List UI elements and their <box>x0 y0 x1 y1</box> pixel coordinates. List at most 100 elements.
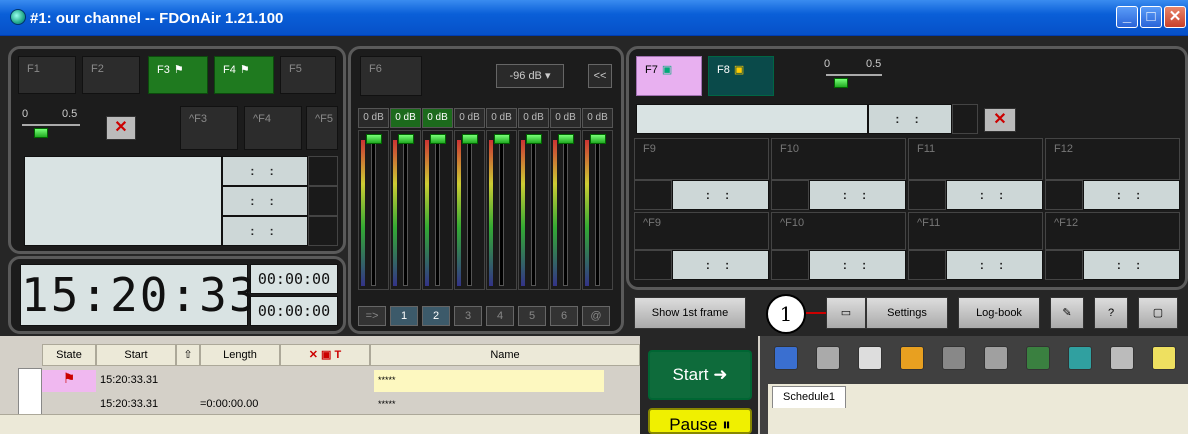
fader-knob-1[interactable] <box>366 134 382 144</box>
key-shift-f4[interactable]: ^F4 <box>244 106 302 150</box>
column-icons[interactable]: ✕ ▣ T <box>280 344 370 366</box>
playlist-footer <box>0 414 640 434</box>
help-icon[interactable]: ? <box>1094 297 1128 329</box>
collapse-button[interactable]: << <box>588 64 612 88</box>
key-f6[interactable]: F6 <box>360 56 422 96</box>
key-f2[interactable]: F2 <box>82 56 140 94</box>
sort-icon[interactable]: ⇧ <box>176 344 200 366</box>
schedule-tool-icon-1[interactable] <box>774 346 798 370</box>
db-label-6[interactable]: 0 dB <box>518 108 549 128</box>
key-f12[interactable]: F12 <box>1045 138 1180 180</box>
minimize-button[interactable]: _ <box>1116 6 1138 28</box>
key-f1[interactable]: F1 <box>18 56 76 94</box>
channel-button-5[interactable]: 4 <box>486 306 514 326</box>
fkey-tc-3: : : <box>946 180 1043 210</box>
row1-name[interactable]: ***** <box>374 370 604 392</box>
fader-knob-2[interactable] <box>398 134 414 144</box>
clear-keys-icon[interactable]: ✕ <box>106 116 136 140</box>
schedule-tool-icon-6[interactable] <box>984 346 1008 370</box>
schedule-tool-icon-3[interactable] <box>858 346 882 370</box>
key-shift-f3[interactable]: ^F3 <box>180 106 238 150</box>
db-label-1[interactable]: 0 dB <box>358 108 389 128</box>
db-select[interactable]: -96 dB ▾ <box>496 64 564 88</box>
row2-start[interactable]: 15:20:33.31 <box>100 394 158 414</box>
row1-start[interactable]: 15:20:33.31 <box>100 370 158 390</box>
schedule-tool-icon-5[interactable] <box>942 346 966 370</box>
channel-button-4[interactable]: 3 <box>454 306 482 326</box>
key-f4-label: F4 <box>223 64 236 76</box>
key-f3[interactable]: F3 ⚑ <box>148 56 208 94</box>
key-shift-f10[interactable]: ^F10 <box>771 212 906 250</box>
db-label-5[interactable]: 0 dB <box>486 108 517 128</box>
key-f10[interactable]: F10 <box>771 138 906 180</box>
fader-knob-4[interactable] <box>462 134 478 144</box>
fader-knob-6[interactable] <box>526 134 542 144</box>
key-f5[interactable]: F5 <box>280 56 336 94</box>
f-slider-max-label: 0.5 <box>866 58 882 70</box>
key-shift-f12[interactable]: ^F12 <box>1045 212 1180 250</box>
row2-length[interactable]: =0:00:00.00 <box>200 394 258 414</box>
start-button[interactable]: Start ➜ <box>648 350 752 400</box>
channel-button-6[interactable]: 5 <box>518 306 546 326</box>
fader-knob-3[interactable] <box>430 134 446 144</box>
key-f11[interactable]: F11 <box>908 138 1043 180</box>
maximize-button[interactable]: □ <box>1140 6 1162 28</box>
db-label-8[interactable]: 0 dB <box>582 108 613 128</box>
col-start[interactable]: Start <box>96 344 176 366</box>
schedule-tool-icon-7[interactable] <box>1026 346 1050 370</box>
key-shift-f5[interactable]: ^F5 <box>306 106 338 150</box>
channel-button-7[interactable]: 6 <box>550 306 578 326</box>
fader-slot-4 <box>467 140 472 286</box>
key-shift-f9[interactable]: ^F9 <box>634 212 769 250</box>
channel-button-3[interactable]: 2 <box>422 306 450 326</box>
f-top-tc: : : <box>868 104 952 134</box>
schedule-tool-icon-9[interactable] <box>1110 346 1134 370</box>
row2-name[interactable]: ***** <box>378 394 396 414</box>
schedule-tool-icon-8[interactable] <box>1068 346 1092 370</box>
fader-knob-5[interactable] <box>494 134 510 144</box>
key-f4[interactable]: F4 ⚑ <box>214 56 274 94</box>
channel-button-2[interactable]: 1 <box>390 306 418 326</box>
channel-button-1[interactable]: => <box>358 306 386 326</box>
pen-icon[interactable]: ✎ <box>1050 297 1084 329</box>
folder-icon[interactable]: ▢ <box>1138 297 1178 329</box>
db-label-7[interactable]: 0 dB <box>550 108 581 128</box>
db-label-3[interactable]: 0 dB <box>422 108 453 128</box>
meter-7 <box>553 140 557 286</box>
col-state[interactable]: State <box>42 344 96 366</box>
channel-button-8[interactable]: @ <box>582 306 610 326</box>
clear-logos-icon[interactable]: ✕ <box>984 108 1016 132</box>
stamp-2-icon: ⚑ <box>239 64 250 76</box>
volume-slider-thumb[interactable] <box>34 128 48 138</box>
settings-button[interactable]: Settings <box>866 297 948 329</box>
key-shift-f11[interactable]: ^F11 <box>908 212 1043 250</box>
fader-slot-5 <box>499 140 504 286</box>
fkey-side-3 <box>908 180 946 210</box>
tab-schedule1[interactable]: Schedule1 <box>772 386 846 408</box>
key-f9[interactable]: F9 <box>634 138 769 180</box>
shift-fkey-side-2 <box>771 250 809 280</box>
schedule-tool-icon-4[interactable] <box>900 346 924 370</box>
meter-3 <box>425 140 429 286</box>
col-length[interactable]: Length <box>200 344 280 366</box>
col-name[interactable]: Name <box>370 344 640 366</box>
fader-knob-7[interactable] <box>558 134 574 144</box>
fader-knob-8[interactable] <box>590 134 606 144</box>
db-label-2[interactable]: 0 dB <box>390 108 421 128</box>
logbook-button[interactable]: Log-book <box>958 297 1040 329</box>
meter-8 <box>585 140 589 286</box>
monitor-icon[interactable]: ▭ <box>826 297 866 329</box>
pause-label: Pause <box>669 415 718 434</box>
schedule-tool-icon-10[interactable] <box>1152 346 1176 370</box>
key-f7[interactable]: F7 ▣ <box>636 56 702 96</box>
f-slider-thumb[interactable] <box>834 78 848 88</box>
arrow-right-icon: ➜ <box>713 365 728 384</box>
close-button[interactable]: ✕ <box>1164 6 1186 28</box>
db-label-4[interactable]: 0 dB <box>454 108 485 128</box>
fader-slot-8 <box>595 140 600 286</box>
key-f8[interactable]: F8 ▣ <box>708 56 774 96</box>
chevron-down-icon: ▾ <box>544 70 551 82</box>
pause-button[interactable]: Pause ⏸ <box>648 408 752 434</box>
schedule-tool-icon-2[interactable] <box>816 346 840 370</box>
show-first-frame-button[interactable]: Show 1st frame <box>634 297 746 329</box>
